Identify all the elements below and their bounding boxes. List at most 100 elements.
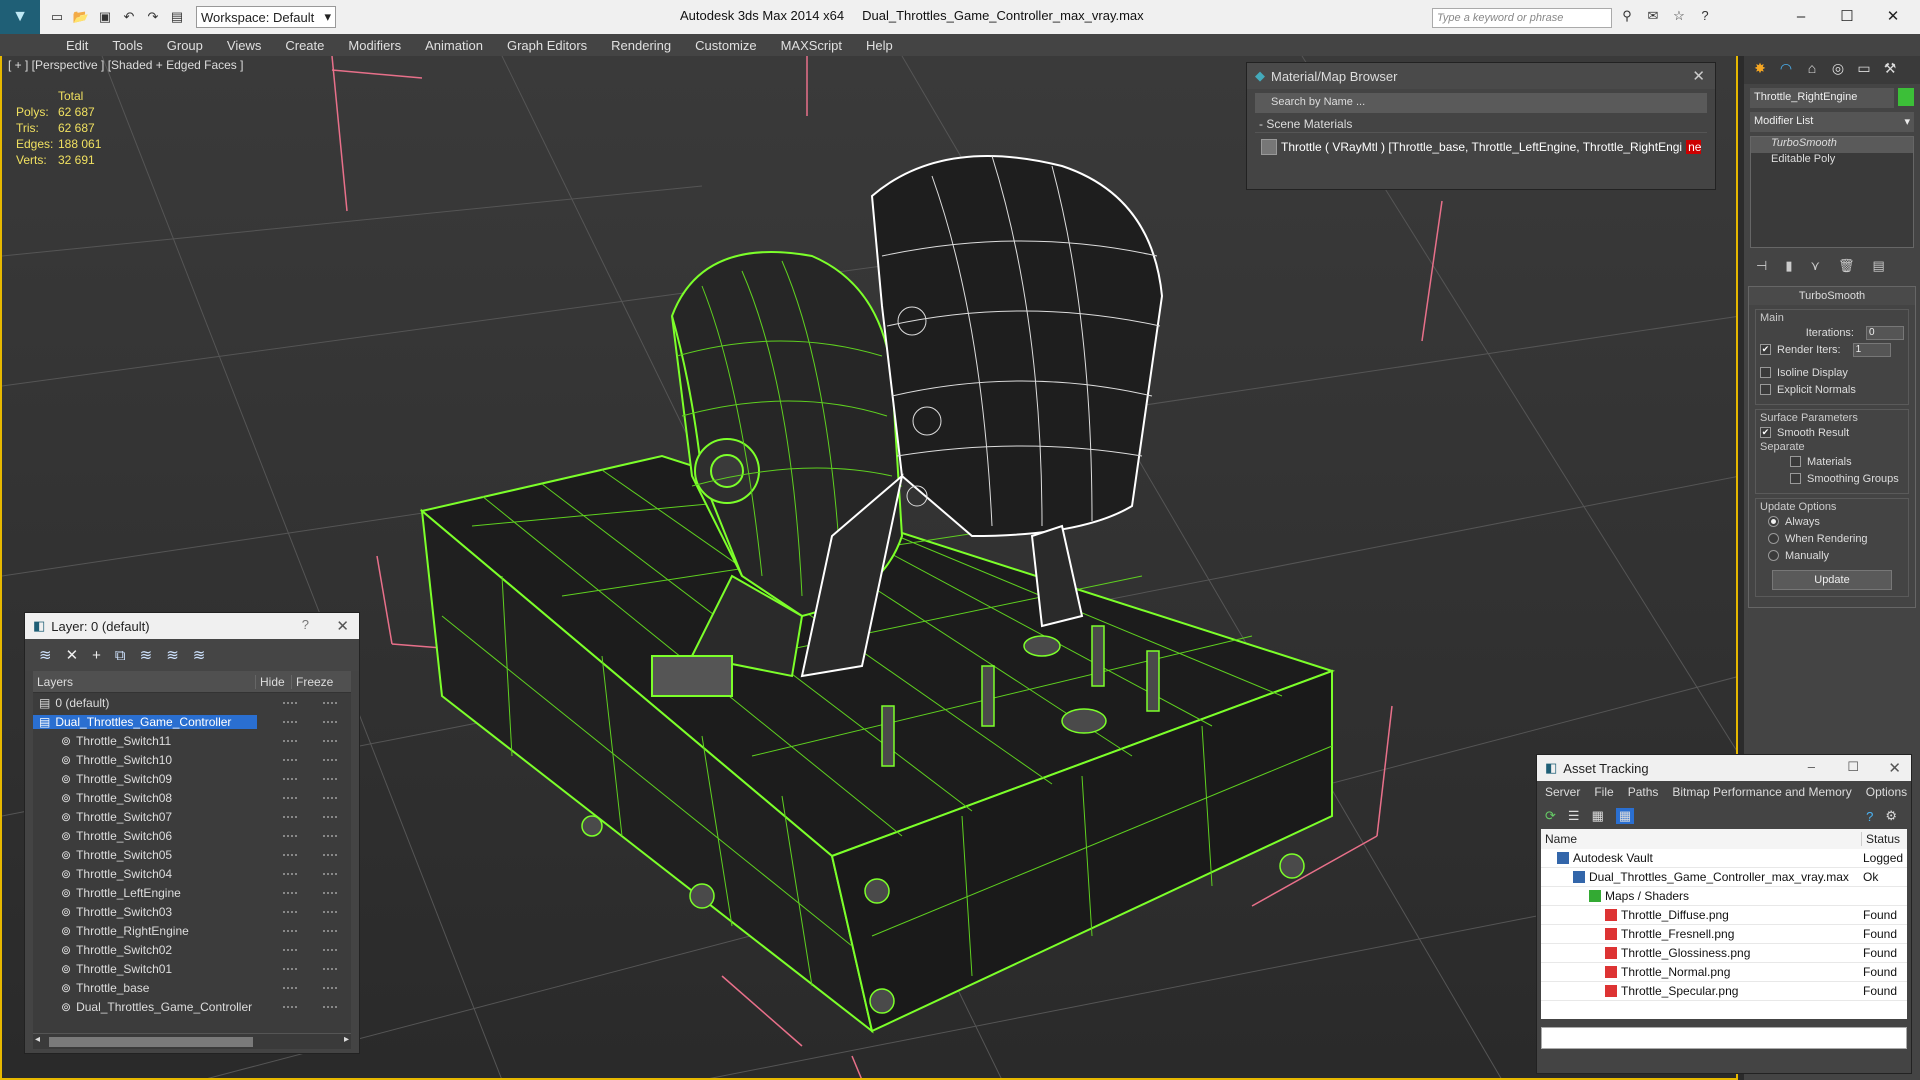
scroll-thumb[interactable]	[49, 1037, 253, 1047]
hide-toggle[interactable]	[283, 1006, 297, 1008]
freeze-toggle[interactable]	[323, 930, 337, 932]
col-layers[interactable]: Layers	[33, 675, 255, 689]
stack-item-turbosmooth[interactable]: TurboSmooth	[1751, 137, 1913, 153]
help-button[interactable]: ?	[302, 617, 309, 632]
close-icon[interactable]: ✕	[1692, 67, 1705, 85]
freeze-toggle[interactable]	[323, 835, 337, 837]
update-when-rendering-radio[interactable]	[1768, 533, 1779, 544]
layer-row[interactable]: ⊚ Throttle_Switch01	[33, 959, 351, 978]
project-folder-icon[interactable]: ▤	[168, 8, 186, 26]
binoculars-icon[interactable]: ⚲	[1618, 8, 1636, 26]
utilities-tab-icon[interactable]: ⚒	[1880, 60, 1900, 80]
explicit-normals-checkbox[interactable]	[1760, 384, 1771, 395]
asset-row[interactable]: Throttle_Glossiness.png Found	[1541, 944, 1907, 963]
layer-row[interactable]: ⊚ Throttle_Switch07	[33, 807, 351, 826]
isoline-display-checkbox[interactable]	[1760, 367, 1771, 378]
asset-menu-options[interactable]: Options	[1866, 785, 1907, 799]
menu-help[interactable]: Help	[854, 38, 905, 53]
freeze-all-icon[interactable]: ≋	[193, 646, 206, 664]
layer-row[interactable]: ▤ Dual_Throttles_Game_Controller	[33, 712, 351, 731]
layer-manager-title-bar[interactable]: ◧ Layer: 0 (default) ? ✕	[25, 613, 359, 639]
asset-menu-server[interactable]: Server	[1545, 785, 1580, 799]
smooth-result-checkbox[interactable]: ✔	[1760, 427, 1771, 438]
menu-group[interactable]: Group	[155, 38, 215, 53]
freeze-toggle[interactable]	[323, 873, 337, 875]
freeze-toggle[interactable]	[323, 778, 337, 780]
object-name-field[interactable]: Throttle_RightEngine	[1750, 88, 1895, 108]
list-view-icon[interactable]: ☰	[1568, 808, 1580, 824]
freeze-toggle[interactable]	[323, 797, 337, 799]
freeze-toggle[interactable]	[323, 759, 337, 761]
workspace-dropdown[interactable]: Workspace: Default ▾	[196, 6, 336, 28]
hide-all-icon[interactable]: ≋	[166, 646, 179, 664]
freeze-toggle[interactable]	[323, 854, 337, 856]
scene-materials-group[interactable]: - Scene Materials	[1255, 117, 1707, 133]
menu-tools[interactable]: Tools	[100, 38, 154, 53]
layer-row[interactable]: ⊚ Throttle_Switch04	[33, 864, 351, 883]
hide-toggle[interactable]	[283, 816, 297, 818]
freeze-toggle[interactable]	[323, 949, 337, 951]
layer-row[interactable]: ⊚ Throttle_Switch03	[33, 902, 351, 921]
freeze-toggle[interactable]	[323, 740, 337, 742]
thumbnail-view-icon[interactable]: ▦	[1592, 808, 1604, 824]
asset-menu-file[interactable]: File	[1594, 785, 1613, 799]
create-tab-icon[interactable]: ✸	[1750, 60, 1770, 80]
asset-menu-bitmap-performance[interactable]: Bitmap Performance and Memory	[1672, 785, 1851, 799]
minimize-icon[interactable]: –	[1808, 759, 1815, 774]
modifier-list-dropdown[interactable]: Modifier List ▾	[1750, 112, 1914, 132]
hide-toggle[interactable]	[283, 702, 297, 704]
hide-toggle[interactable]	[283, 721, 297, 723]
maximize-icon[interactable]: ☐	[1824, 4, 1870, 30]
layer-row[interactable]: ⊚ Throttle_base	[33, 978, 351, 997]
scroll-right-icon[interactable]: ▸	[344, 1034, 349, 1045]
display-tab-icon[interactable]: ▭	[1854, 60, 1874, 80]
hide-toggle[interactable]	[283, 835, 297, 837]
freeze-toggle[interactable]	[323, 702, 337, 704]
menu-modifiers[interactable]: Modifiers	[336, 38, 413, 53]
modify-tab-icon[interactable]: ◠	[1776, 60, 1796, 80]
menu-graph-editors[interactable]: Graph Editors	[495, 38, 599, 53]
save-icon[interactable]: ▣	[96, 8, 114, 26]
show-end-result-icon[interactable]: ▮	[1785, 258, 1792, 274]
asset-row[interactable]: Throttle_Diffuse.png Found	[1541, 906, 1907, 925]
new-file-icon[interactable]: ▭	[48, 8, 66, 26]
update-always-radio[interactable]	[1768, 516, 1779, 527]
freeze-toggle[interactable]	[323, 987, 337, 989]
layer-row[interactable]: ⊚ Throttle_Switch09	[33, 769, 351, 788]
menu-maxscript[interactable]: MAXScript	[769, 38, 854, 53]
asset-path-field[interactable]	[1541, 1027, 1907, 1049]
asset-menu-paths[interactable]: Paths	[1628, 785, 1659, 799]
close-icon[interactable]: ✕	[1870, 4, 1916, 30]
undo-icon[interactable]: ↶	[120, 8, 138, 26]
layer-row[interactable]: ⊚ Throttle_LeftEngine	[33, 883, 351, 902]
favorites-icon[interactable]: ☆	[1670, 8, 1688, 26]
help-icon[interactable]: ?	[1866, 809, 1873, 824]
scroll-left-icon[interactable]: ◂	[35, 1034, 40, 1045]
layer-row[interactable]: ⊚ Throttle_Switch10	[33, 750, 351, 769]
remove-modifier-icon[interactable]: 🗑	[1838, 258, 1855, 274]
layer-row[interactable]: ⊚ Throttle_Switch11	[33, 731, 351, 750]
highlight-layer-icon[interactable]: ≋	[140, 646, 153, 664]
add-to-layer-icon[interactable]: +	[92, 647, 101, 664]
iterations-spinner[interactable]: 0	[1866, 325, 1904, 340]
hide-toggle[interactable]	[283, 892, 297, 894]
hide-toggle[interactable]	[283, 778, 297, 780]
freeze-toggle[interactable]	[323, 816, 337, 818]
help-icon[interactable]: ?	[1696, 8, 1714, 26]
maximize-icon[interactable]: ☐	[1847, 759, 1859, 775]
hide-toggle[interactable]	[283, 911, 297, 913]
hide-toggle[interactable]	[283, 759, 297, 761]
minimize-icon[interactable]: –	[1778, 4, 1824, 30]
separate-smoothing-groups-checkbox[interactable]	[1790, 473, 1801, 484]
asset-row[interactable]: Autodesk Vault Logged	[1541, 849, 1907, 868]
hide-toggle[interactable]	[283, 949, 297, 951]
hierarchy-tab-icon[interactable]: ⌂	[1802, 60, 1822, 80]
viewport-label[interactable]: [ + ] [Perspective ] [Shaded + Edged Fac…	[8, 58, 243, 72]
layer-row[interactable]: ⊚ Throttle_Switch05	[33, 845, 351, 864]
menu-edit[interactable]: Edit	[54, 38, 100, 53]
settings-icon[interactable]: ⚙	[1885, 808, 1897, 824]
hide-toggle[interactable]	[283, 873, 297, 875]
layer-row[interactable]: ⊚ Throttle_Switch08	[33, 788, 351, 807]
asset-row[interactable]: Maps / Shaders	[1541, 887, 1907, 906]
material-item[interactable]: Throttle ( VRayMtl ) [Throttle_base, Thr…	[1261, 137, 1701, 157]
